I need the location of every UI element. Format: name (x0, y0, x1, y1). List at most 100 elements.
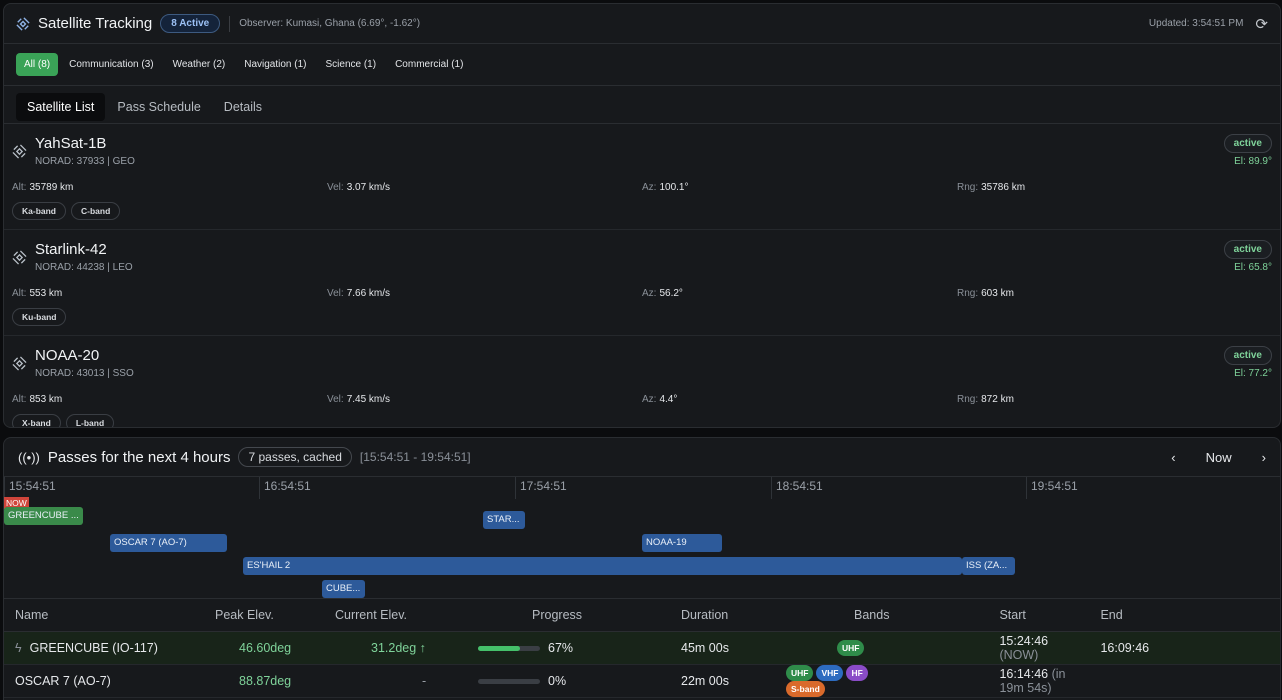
tab-pass-schedule[interactable]: Pass Schedule (106, 93, 211, 121)
azimuth-label: Az: (642, 394, 657, 405)
column-header[interactable]: End (1089, 599, 1280, 632)
elevation-value: El: 65.8° (1234, 262, 1272, 273)
pass-bar[interactable]: ES'HAIL 2 (243, 557, 962, 575)
start-value: 15:24:46 (999, 633, 1049, 648)
progress-bar (478, 678, 540, 684)
range-value: 35786 km (981, 182, 1026, 193)
range-value: 872 km (981, 394, 1014, 405)
chevron-right-icon[interactable]: › (1262, 450, 1266, 465)
end-time (1089, 664, 1280, 698)
column-header[interactable]: Current Elev. (324, 599, 448, 632)
band-pill: UHF (786, 664, 814, 681)
passes-panel: ((•)) Passes for the next 4 hours 7 pass… (3, 437, 1281, 700)
altitude-label: Alt: (12, 288, 27, 299)
velocity-value: 7.66 km/s (346, 288, 391, 299)
start-time: 15:24:46 (NOW) (889, 631, 1090, 665)
altitude-value: 853 km (29, 394, 63, 405)
observer-location: Observer: Kumasi, Ghana (6.69°, -1.62°) (239, 18, 421, 29)
band-tag: X-band (12, 414, 61, 427)
band-pill: VHF (816, 664, 844, 681)
pass-bar[interactable]: GREENCUBE ... (4, 507, 83, 525)
azimuth-value: 4.4° (659, 394, 678, 405)
azimuth-label: Az: (642, 288, 657, 299)
passes-title: Passes for the next 4 hours (47, 448, 231, 466)
band-tags: X-band L-band (12, 414, 119, 427)
satellite-icon (12, 250, 27, 265)
pass-bar[interactable]: NOAA-19 (642, 534, 722, 552)
pass-name: GREENCUBE (IO-117) (29, 640, 158, 655)
azimuth-label: Az: (642, 182, 657, 193)
view-tabs: Satellite List Pass Schedule Details (4, 86, 1280, 124)
satellite-stats: Alt: 553 km Vel: 7.66 km/s Az: 56.2° Rng: 60… (12, 288, 1272, 299)
filter-all[interactable]: All (8) (16, 53, 59, 76)
chevron-left-icon[interactable]: ‹ (1171, 450, 1175, 465)
progress-cell: 67% (448, 631, 591, 665)
azimuth-value: 56.2° (659, 288, 683, 299)
start-value: 16:14:46 (999, 666, 1049, 681)
band-tags: Ka-band C-band (12, 202, 125, 220)
column-header[interactable]: Peak Elev. (204, 599, 324, 632)
elevation-value: El: 89.9° (1234, 156, 1272, 167)
pass-timeline: 15:54:51 16:54:51 17:54:51 18:54:51 19:5… (4, 477, 1280, 599)
refresh-icon[interactable]: ⟳ (1255, 15, 1268, 33)
tab-details[interactable]: Details (213, 93, 273, 121)
bands-cell: UHF VHF HF S-band (734, 664, 890, 698)
satellite-card[interactable]: NOAA-20 NORAD: 43013 | SSO active El: 77… (4, 336, 1280, 427)
band-tag: L-band (65, 414, 115, 427)
status-badge: active (1223, 134, 1272, 153)
column-header[interactable]: Duration (591, 599, 734, 632)
range-label: Rng: (957, 182, 979, 193)
pass-bar[interactable]: STAR... (483, 511, 525, 529)
category-filters: All (8) Communication (3) Weather (2) Na… (4, 44, 1280, 86)
tab-satellite-list[interactable]: Satellite List (16, 93, 106, 121)
progress-bar (478, 645, 540, 651)
current-elevation: - (324, 664, 448, 698)
satellite-name: YahSat-1B (35, 135, 107, 152)
filter-commercial[interactable]: Commercial (1) (387, 53, 471, 76)
pass-name-cell: ϟ GREENCUBE (IO-117) (4, 631, 204, 665)
velocity-label: Vel: (327, 288, 344, 299)
filter-science[interactable]: Science (1) (318, 53, 385, 76)
filter-weather[interactable]: Weather (2) (165, 53, 234, 76)
time-tick: 17:54:51 (515, 477, 567, 499)
band-tag: C-band (71, 202, 121, 220)
broadcast-icon: ((•)) (18, 449, 40, 465)
satellite-stats: Alt: 35789 km Vel: 3.07 km/s Az: 100.1° Rng… (12, 182, 1272, 193)
progress-fill (478, 645, 520, 651)
column-header[interactable]: Start (889, 599, 1090, 632)
divider (229, 15, 231, 32)
pass-name: OSCAR 7 (AO-7) (4, 664, 204, 698)
satellite-card[interactable]: Starlink-42 NORAD: 44238 | LEO active El… (4, 230, 1280, 336)
velocity-label: Vel: (327, 182, 344, 193)
pass-bar[interactable]: OSCAR 7 (AO-7) (110, 534, 227, 552)
column-header[interactable]: Progress (448, 599, 591, 632)
active-count-badge: 8 Active (160, 14, 221, 33)
now-button[interactable]: Now (1206, 450, 1232, 465)
table-row[interactable]: OSCAR 7 (AO-7) 88.87deg - 0% 22m 00s UHF… (4, 664, 1280, 698)
table-row[interactable]: ϟ GREENCUBE (IO-117) 46.60deg 31.2deg ↑ 6… (4, 631, 1280, 665)
satellite-meta: NORAD: 43013 | SSO (35, 368, 134, 379)
satellite-card[interactable]: YahSat-1B NORAD: 37933 | GEO active El: … (4, 124, 1280, 230)
velocity-value: 3.07 km/s (346, 182, 391, 193)
satellite-icon (16, 16, 30, 31)
time-range: [15:54:51 - 19:54:51] (359, 450, 471, 464)
time-tick: 16:54:51 (259, 477, 311, 499)
pass-bar[interactable]: CUBE... (322, 580, 365, 598)
band-pill: HF (846, 664, 868, 681)
column-header[interactable]: Name (4, 599, 204, 632)
current-elevation: 31.2deg ↑ (324, 631, 448, 665)
range-label: Rng: (957, 394, 979, 405)
filter-navigation[interactable]: Navigation (1) (236, 53, 314, 76)
pass-bar[interactable]: ISS (ZA... (962, 557, 1015, 575)
column-header[interactable]: Bands (734, 599, 890, 632)
bands-cell: UHF (734, 631, 890, 665)
progress-text: 0% (548, 673, 567, 688)
status-badge: active (1223, 346, 1272, 365)
updated-time: Updated: 3:54:51 PM (1148, 18, 1244, 29)
filter-communication[interactable]: Communication (3) (61, 53, 161, 76)
range-label: Rng: (957, 288, 979, 299)
band-tag: Ka-band (12, 202, 66, 220)
passes-count-badge: 7 passes, cached (238, 447, 352, 467)
velocity-value: 7.45 km/s (346, 394, 391, 405)
start-note: (NOW) (999, 647, 1039, 662)
